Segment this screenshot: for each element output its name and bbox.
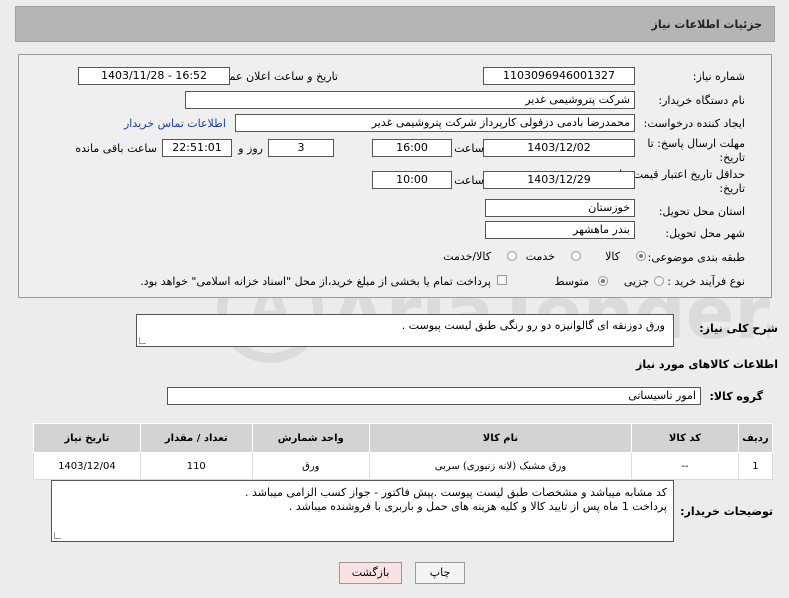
col-row: ردیف: [737, 423, 774, 453]
validity-label: حداقل تاریخ اعتبار قیمت: تا: [619, 168, 745, 181]
category-radio-goods-service[interactable]: [507, 251, 517, 261]
goods-group-label: گروه کالا:: [709, 390, 763, 403]
announce-datetime-field[interactable]: 1403/11/28 - 16:52: [78, 67, 230, 85]
need-number-field[interactable]: 1103096946001327: [483, 67, 635, 85]
treasury-note: پرداخت تمام یا بخشی از مبلغ خرید،از محل …: [140, 275, 491, 288]
category-option-goods-service: کالا/خدمت: [443, 250, 491, 263]
cell-name: ورق مشبک (لانه زنبوری) سربی: [368, 452, 633, 480]
resize-handle-icon[interactable]: [139, 337, 146, 344]
print-button[interactable]: چاپ: [415, 562, 465, 584]
need-number-label: شماره نیاز:: [692, 70, 745, 83]
province-label: استان محل تحویل:: [658, 205, 745, 218]
description-text: ورق دوزنقه ای گالوانیزه دو رو رنگی طبق ل…: [401, 319, 665, 332]
province-field[interactable]: خوزستان: [485, 199, 635, 217]
category-radio-goods[interactable]: [636, 251, 646, 261]
days-label: روز و: [238, 142, 263, 155]
deadline-date-field[interactable]: 1403/12/02: [483, 139, 635, 157]
cell-unit: ورق: [251, 452, 370, 480]
table-row[interactable]: 1 -- ورق مشبک (لانه زنبوری) سربی ورق 110…: [33, 452, 774, 480]
col-name: نام کالا: [368, 423, 633, 453]
page-title: جزئیات اطلاعات نیاز: [651, 18, 763, 31]
page-header: جزئیات اطلاعات نیاز: [15, 6, 775, 42]
goods-table: ردیف کد کالا نام کالا واحد شمارش تعداد /…: [33, 423, 774, 480]
cell-row: 1: [737, 452, 774, 480]
creator-label: ایجاد کننده درخواست:: [643, 117, 745, 130]
goods-section-title: اطلاعات کالاهای مورد نیاز: [636, 358, 778, 371]
goods-group-field[interactable]: امور تاسیساتی: [167, 387, 701, 405]
deadline-time-label: ساعت: [454, 142, 484, 155]
validity-time-label: ساعت: [454, 174, 484, 187]
buyer-contact-link[interactable]: اطلاعات تماس خریدار: [124, 117, 226, 130]
city-field[interactable]: بندر ماهشهر: [485, 221, 635, 239]
validity-label-date: تاریخ:: [719, 182, 745, 195]
purchase-radio-medium[interactable]: [598, 276, 608, 286]
deadline-label-date: تاریخ:: [719, 151, 745, 164]
treasury-checkbox[interactable]: [497, 275, 507, 285]
remaining-time-field[interactable]: 22:51:01: [162, 139, 232, 157]
category-label: طبقه بندی موضوعی:: [647, 251, 745, 264]
buyer-field[interactable]: شرکت پتروشیمی غدیر: [185, 91, 635, 109]
table-header-row: ردیف کد کالا نام کالا واحد شمارش تعداد /…: [33, 423, 774, 453]
col-qty: تعداد / مقدار: [139, 423, 253, 453]
purchase-type-label: نوع فرآیند خرید :: [667, 275, 745, 288]
col-unit: واحد شمارش: [251, 423, 370, 453]
buyer-notes-line-1: کد مشابه میباشد و مشخصات طبق لیست پیوست …: [244, 486, 667, 499]
back-button[interactable]: بازگشت: [339, 562, 402, 584]
col-date: تاریخ نیاز: [33, 423, 141, 453]
category-radio-service[interactable]: [571, 251, 581, 261]
deadline-time-field[interactable]: 16:00: [372, 139, 452, 157]
cell-code: --: [631, 452, 739, 480]
buyer-label: نام دستگاه خریدار:: [658, 94, 745, 107]
creator-field[interactable]: محمدرضا بادمی دزفولی کارپرداز شرکت پتروش…: [235, 114, 635, 132]
validity-date-field[interactable]: 1403/12/29: [483, 171, 635, 189]
buyer-notes-label: توضیحات خریدار:: [680, 505, 773, 518]
resize-handle-icon[interactable]: [54, 532, 61, 539]
cell-qty: 110: [139, 452, 253, 480]
buyer-notes-field[interactable]: کد مشابه میباشد و مشخصات طبق لیست پیوست …: [51, 480, 674, 542]
purchase-option-minor: جزیی: [623, 275, 649, 288]
city-label: شهر محل تحویل:: [665, 227, 745, 240]
deadline-label: مهلت ارسال پاسخ: تا: [647, 137, 745, 150]
category-option-goods: کالا: [605, 250, 620, 263]
category-option-service: خدمت: [525, 250, 555, 263]
description-label: شرح کلی نیاز:: [699, 322, 778, 335]
buyer-notes-line-2: پرداخت 1 ماه پس از تایید کالا و کلیه هزی…: [288, 500, 667, 513]
remaining-time-label: ساعت باقی مانده: [75, 142, 157, 155]
remaining-days-field[interactable]: 3: [268, 139, 334, 157]
purchase-radio-minor[interactable]: [654, 276, 664, 286]
description-field[interactable]: ورق دوزنقه ای گالوانیزه دو رو رنگی طبق ل…: [136, 314, 674, 347]
purchase-option-medium: متوسط: [554, 275, 589, 288]
validity-time-field[interactable]: 10:00: [372, 171, 452, 189]
cell-date: 1403/12/04: [33, 452, 141, 480]
col-code: کد کالا: [631, 423, 739, 453]
